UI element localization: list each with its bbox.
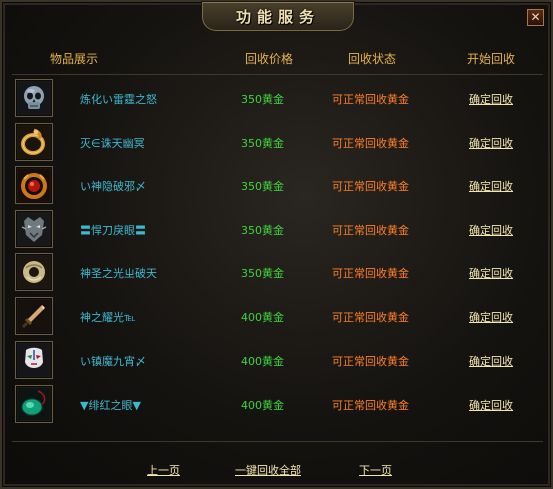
item-status: 可正常回收黄金 <box>332 180 409 193</box>
item-slot[interactable] <box>15 297 53 335</box>
confirm-recycle-button[interactable]: 确定回收 <box>469 397 513 413</box>
item-status: 可正常回收黄金 <box>332 267 409 280</box>
recycle-all-link[interactable]: 一键回收全部 <box>235 462 301 478</box>
item-price: 350黄金 <box>241 180 284 193</box>
item-status: 可正常回收黄金 <box>332 224 409 237</box>
table-row: 神圣之光ㄓ破天 350黄金 可正常回收黄金 确定回收 <box>12 251 543 293</box>
item-price: 350黄金 <box>241 137 284 150</box>
item-name: 神圣之光ㄓ破天 <box>80 267 157 280</box>
item-slot[interactable] <box>15 253 53 291</box>
item-slot[interactable] <box>15 166 53 204</box>
window-title: 功能服务 <box>235 8 320 26</box>
item-name: 炼化い雷霆之怒 <box>80 93 157 106</box>
emerald-pendant-icon <box>18 388 50 420</box>
header-start-recycle: 开始回收 <box>467 52 516 66</box>
item-name: い镇魔九宵〆 <box>80 355 146 368</box>
item-name: ▼绯红之眼▼ <box>80 399 141 412</box>
confirm-recycle-button[interactable]: 确定回收 <box>469 353 513 369</box>
recycle-service-window: 功能服务 ✕ 物品展示 回收价格 回收状态 开始回收 炼化い雷霆之怒 350黄金… <box>0 0 553 489</box>
item-name: 灭∈诛天幽冥 <box>80 137 145 150</box>
item-name: 〓悍刀戾眼〓 <box>80 224 146 237</box>
table-header: 物品展示 回收价格 回收状态 开始回收 <box>2 50 553 68</box>
table-row: ▼绯红之眼▼ 400黄金 可正常回收黄金 确定回收 <box>12 383 543 425</box>
table-row: い神隐破邪〆 350黄金 可正常回收黄金 确定回收 <box>12 164 543 206</box>
confirm-recycle-button[interactable]: 确定回收 <box>469 265 513 281</box>
confirm-recycle-button[interactable]: 确定回收 <box>469 178 513 194</box>
red-gem-ring-icon <box>18 169 50 201</box>
header-item-display: 物品展示 <box>50 52 99 66</box>
skull-icon <box>18 82 50 114</box>
item-name: 神之耀光℡ <box>80 311 136 324</box>
prev-page-link[interactable]: 上一页 <box>147 462 180 478</box>
confirm-recycle-button[interactable]: 确定回收 <box>469 91 513 107</box>
header-divider <box>12 74 543 75</box>
item-price: 400黄金 <box>241 311 284 324</box>
dagger-icon <box>18 300 50 332</box>
table-row: 〓悍刀戾眼〓 350黄金 可正常回收黄金 确定回收 <box>12 208 543 250</box>
confirm-recycle-button[interactable]: 确定回收 <box>469 135 513 151</box>
table-row: い镇魔九宵〆 400黄金 可正常回收黄金 确定回收 <box>12 339 543 381</box>
next-page-link[interactable]: 下一页 <box>359 462 392 478</box>
footer-divider <box>12 441 543 442</box>
item-price: 350黄金 <box>241 93 284 106</box>
item-slot[interactable] <box>15 385 53 423</box>
item-status: 可正常回收黄金 <box>332 137 409 150</box>
item-name: い神隐破邪〆 <box>80 180 146 193</box>
item-price: 400黄金 <box>241 355 284 368</box>
table-row: 神之耀光℡ 400黄金 可正常回收黄金 确定回收 <box>12 295 543 337</box>
item-slot[interactable] <box>15 341 53 379</box>
table-row: 炼化い雷霆之怒 350黄金 可正常回收黄金 确定回收 <box>12 77 543 119</box>
header-recycle-price: 回收价格 <box>245 52 294 66</box>
item-status: 可正常回收黄金 <box>332 355 409 368</box>
jade-bracelet-icon <box>18 256 50 288</box>
item-slot[interactable] <box>15 123 53 161</box>
item-status: 可正常回收黄金 <box>332 311 409 324</box>
opera-mask-icon <box>18 344 50 376</box>
item-slot[interactable] <box>15 79 53 117</box>
item-price: 400黄金 <box>241 399 284 412</box>
item-price: 350黄金 <box>241 267 284 280</box>
table-row: 灭∈诛天幽冥 350黄金 可正常回收黄金 确定回收 <box>12 121 543 163</box>
item-price: 350黄金 <box>241 224 284 237</box>
demon-mask-icon <box>18 213 50 245</box>
confirm-recycle-button[interactable]: 确定回收 <box>469 222 513 238</box>
item-slot[interactable] <box>15 210 53 248</box>
item-status: 可正常回收黄金 <box>332 93 409 106</box>
golden-ring-icon <box>18 126 50 158</box>
close-button[interactable]: ✕ <box>527 9 544 26</box>
title-plate: 功能服务 <box>202 2 354 31</box>
header-recycle-status: 回收状态 <box>348 52 397 66</box>
confirm-recycle-button[interactable]: 确定回收 <box>469 309 513 325</box>
item-status: 可正常回收黄金 <box>332 399 409 412</box>
